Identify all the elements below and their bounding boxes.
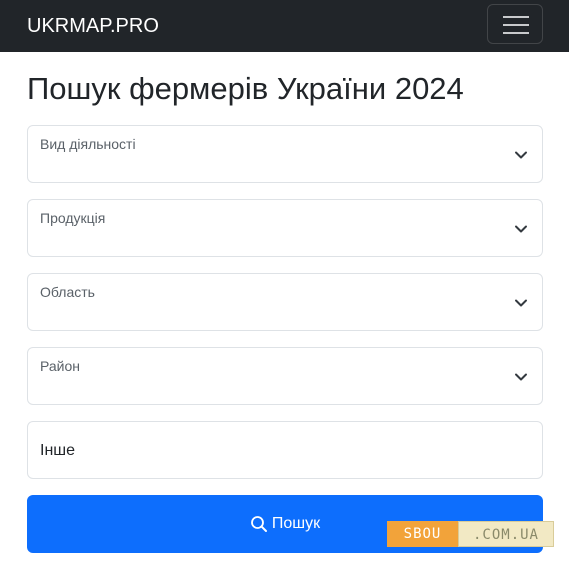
district-select[interactable]: Район	[27, 347, 543, 405]
products-select-label: Продукція	[40, 210, 106, 226]
chevron-down-icon	[515, 225, 527, 233]
hamburger-menu-icon	[503, 16, 529, 34]
sbou-watermark: SBOU .COM.UA	[387, 521, 554, 547]
navbar-toggle-button[interactable]	[487, 4, 543, 44]
other-input[interactable]: Інше	[27, 421, 543, 479]
chevron-down-icon	[515, 299, 527, 307]
top-navbar: UKRMAP.PRO	[0, 0, 569, 52]
other-input-value: Інше	[40, 442, 76, 459]
watermark-right: .COM.UA	[458, 521, 554, 547]
district-select-label: Район	[40, 358, 80, 374]
search-button-label: Пошук	[271, 515, 321, 532]
region-select[interactable]: Область	[27, 273, 543, 331]
activity-select-label: Вид діяльності	[40, 136, 136, 152]
page-title: Пошук фермерів України 2024	[27, 71, 464, 106]
products-select[interactable]: Продукція	[27, 199, 543, 257]
brand-link[interactable]: UKRMAP.PRO	[27, 13, 159, 39]
activity-select[interactable]: Вид діяльності	[27, 125, 543, 183]
watermark-left: SBOU	[387, 521, 458, 547]
chevron-down-icon	[515, 151, 527, 159]
search-icon	[250, 516, 267, 532]
region-select-label: Область	[40, 284, 95, 300]
chevron-down-icon	[515, 373, 527, 381]
